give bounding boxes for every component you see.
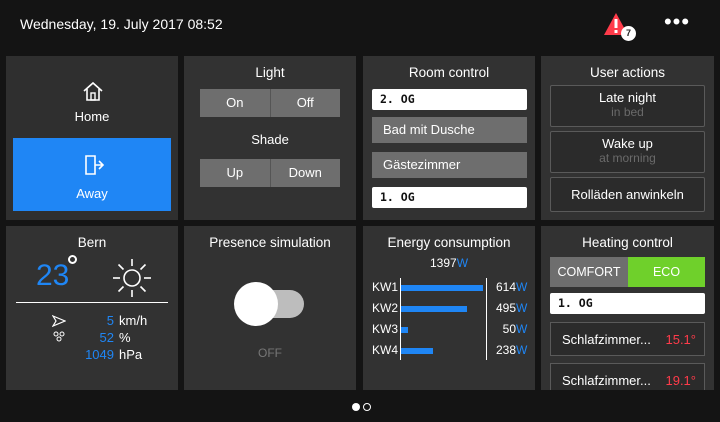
away-button[interactable]: Away xyxy=(13,138,171,211)
wind-unit: km/h xyxy=(119,313,148,328)
energy-bar xyxy=(401,327,408,333)
heating-room-temp: 19.1° xyxy=(665,373,696,388)
energy-row-unit: W xyxy=(516,322,528,336)
toggle-knob xyxy=(234,282,278,326)
heating-room-row[interactable]: Schlafzimmer... 15.1° xyxy=(550,322,705,356)
heating-floor-selector[interactable]: 1. OG xyxy=(550,293,705,314)
wake-up-sublabel: at morning xyxy=(599,151,656,165)
user-actions-title: User actions xyxy=(589,65,666,80)
presence-simulation-toggle[interactable] xyxy=(234,282,308,326)
heating-room-temp: 15.1° xyxy=(665,332,696,347)
room-button-guestroom[interactable]: Gästezimmer xyxy=(372,152,527,178)
degree-symbol xyxy=(68,255,77,264)
light-title: Light xyxy=(255,65,285,80)
light-tile: Light On Off Shade Up Down xyxy=(184,56,356,220)
humidity-value: 52 xyxy=(99,330,114,345)
light-off-button[interactable]: Off xyxy=(269,89,341,117)
energy-title: Energy consumption xyxy=(387,235,511,250)
presence-simulation-state: OFF xyxy=(258,346,282,360)
heating-room-row[interactable]: Schlafzimmer... 19.1° xyxy=(550,363,705,390)
energy-row-label: KW3 xyxy=(372,322,399,336)
page-indicator-1[interactable] xyxy=(352,403,360,411)
room-control-title: Room control xyxy=(408,65,490,80)
date-time: Wednesday, 19. July 2017 08:52 xyxy=(20,16,223,32)
presence-simulation-tile: Presence simulation OFF xyxy=(184,226,356,390)
page-indicator-2[interactable] xyxy=(363,403,371,411)
presence-mode-tile: Home Away xyxy=(6,56,178,220)
weather-city: Bern xyxy=(77,235,107,250)
humidity-unit: % xyxy=(119,330,131,345)
energy-total-unit: W xyxy=(456,256,469,270)
shade-up-button[interactable]: Up xyxy=(200,159,270,187)
energy-row-value: 614 xyxy=(495,280,516,294)
pressure-value: 1049 xyxy=(85,347,114,362)
room-button-bathroom[interactable]: Bad mit Dusche xyxy=(372,117,527,143)
wind-value: 5 xyxy=(106,313,114,328)
alert-count-badge: 7 xyxy=(621,26,636,41)
energy-row-unit: W xyxy=(516,301,528,315)
light-switch-group: On Off xyxy=(200,89,340,117)
energy-bar xyxy=(401,306,467,312)
energy-row-value: 50 xyxy=(502,322,516,336)
weather-tile: Bern 23 5 km/h 52 % 1049 hPa xyxy=(6,226,178,390)
house-icon xyxy=(83,81,103,101)
away-label: Away xyxy=(76,186,108,201)
energy-row-label: KW1 xyxy=(372,280,399,294)
home-label: Home xyxy=(74,109,110,124)
energy-bar xyxy=(401,348,433,354)
energy-bar xyxy=(401,285,483,291)
pressure-unit: hPa xyxy=(119,347,143,362)
more-menu-icon[interactable]: ••• xyxy=(660,11,694,34)
sun-icon xyxy=(113,259,151,297)
room-control-tile: Room control 2. OG Bad mit Dusche Gästez… xyxy=(363,56,535,220)
energy-row-label: KW2 xyxy=(372,301,399,315)
energy-row-value: 238 xyxy=(495,343,516,357)
shade-down-button[interactable]: Down xyxy=(269,159,341,187)
heating-room-name: Schlafzimmer... xyxy=(562,332,651,347)
heating-room-name: Schlafzimmer... xyxy=(562,373,651,388)
temperature-value: 23 xyxy=(36,259,70,292)
energy-row-label: KW4 xyxy=(372,343,399,357)
energy-row-unit: W xyxy=(516,343,528,357)
comfort-mode-button[interactable]: COMFORT xyxy=(550,257,628,287)
energy-row-value: 495 xyxy=(495,301,516,315)
late-night-label: Late night xyxy=(598,90,657,105)
late-night-button[interactable]: Late night in bed xyxy=(550,85,705,127)
heating-title: Heating control xyxy=(582,235,673,250)
heating-tile: Heating control COMFORT ECO 1. OG Schlaf… xyxy=(541,226,714,390)
weather-divider xyxy=(16,302,168,303)
shade-title: Shade xyxy=(251,132,289,147)
floor-selector-bottom[interactable]: 1. OG xyxy=(372,187,527,208)
presence-simulation-title: Presence simulation xyxy=(209,235,331,250)
floor-selector-top[interactable]: 2. OG xyxy=(372,89,527,110)
light-on-button[interactable]: On xyxy=(200,89,270,117)
wake-up-button[interactable]: Wake up at morning xyxy=(550,131,705,173)
eco-mode-button[interactable]: ECO xyxy=(628,257,705,287)
exit-door-icon xyxy=(85,155,105,175)
home-button[interactable]: Home xyxy=(13,56,171,136)
shutters-tilt-button[interactable]: Rolläden anwinkeln xyxy=(550,177,705,212)
wake-up-label: Wake up xyxy=(602,136,653,151)
shutters-tilt-label: Rolläden anwinkeln xyxy=(571,187,684,202)
energy-total-value: 1397 xyxy=(429,256,457,270)
alert-button[interactable]: 7 xyxy=(603,12,636,42)
top-bar: Wednesday, 19. July 2017 08:52 7 ••• xyxy=(0,0,720,48)
energy-tile: Energy consumption 1397W KW1 614 W KW2 495 W K… xyxy=(363,226,535,390)
user-actions-tile: User actions Late night in bed Wake up a… xyxy=(541,56,714,220)
energy-total: 1397W xyxy=(363,256,535,270)
late-night-sublabel: in bed xyxy=(611,105,644,119)
energy-row-unit: W xyxy=(516,280,528,294)
shade-switch-group: Up Down xyxy=(200,159,340,187)
